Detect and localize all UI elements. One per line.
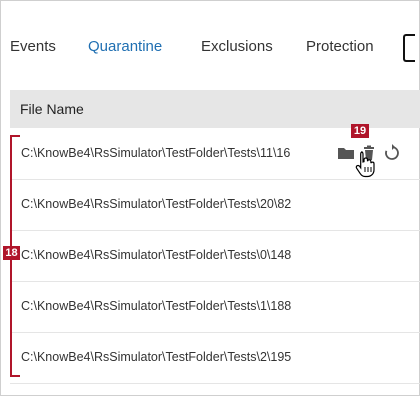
file-path: C:\KnowBe4\RsSimulator\TestFolder\Tests\… <box>21 299 292 313</box>
table-header: File Name <box>10 90 420 128</box>
file-path: C:\KnowBe4\RsSimulator\TestFolder\Tests\… <box>21 248 292 262</box>
file-path: C:\KnowBe4\RsSimulator\TestFolder\Tests\… <box>21 197 292 211</box>
file-path: C:\KnowBe4\RsSimulator\TestFolder\Tests\… <box>21 350 292 364</box>
folder-icon[interactable] <box>336 143 356 163</box>
rows-annotation-badge: 18 <box>3 246 20 260</box>
table-row[interactable]: C:\KnowBe4\RsSimulator\TestFolder\Tests\… <box>10 333 420 384</box>
table-row[interactable]: C:\KnowBe4\RsSimulator\TestFolder\Tests\… <box>10 231 420 282</box>
tab-quarantine[interactable]: Quarantine <box>88 38 162 55</box>
file-name-column-header[interactable]: File Name <box>20 101 84 117</box>
table-row[interactable]: C:\KnowBe4\RsSimulator\TestFolder\Tests\… <box>10 282 420 333</box>
table-row[interactable]: C:\KnowBe4\RsSimulator\TestFolder\Tests\… <box>10 180 420 231</box>
tab-protection[interactable]: Protection <box>306 38 374 55</box>
tab-bar: Events Quarantine Exclusions Protection <box>0 0 420 90</box>
restore-icon[interactable] <box>382 143 402 163</box>
file-path: C:\KnowBe4\RsSimulator\TestFolder\Tests\… <box>21 146 291 160</box>
tab-events[interactable]: Events <box>10 38 56 55</box>
tab-exclusions[interactable]: Exclusions <box>201 38 273 55</box>
hand-cursor-icon <box>354 150 378 183</box>
delete-annotation-badge: 19 <box>351 124 369 138</box>
window-edge-fragment <box>403 34 415 62</box>
